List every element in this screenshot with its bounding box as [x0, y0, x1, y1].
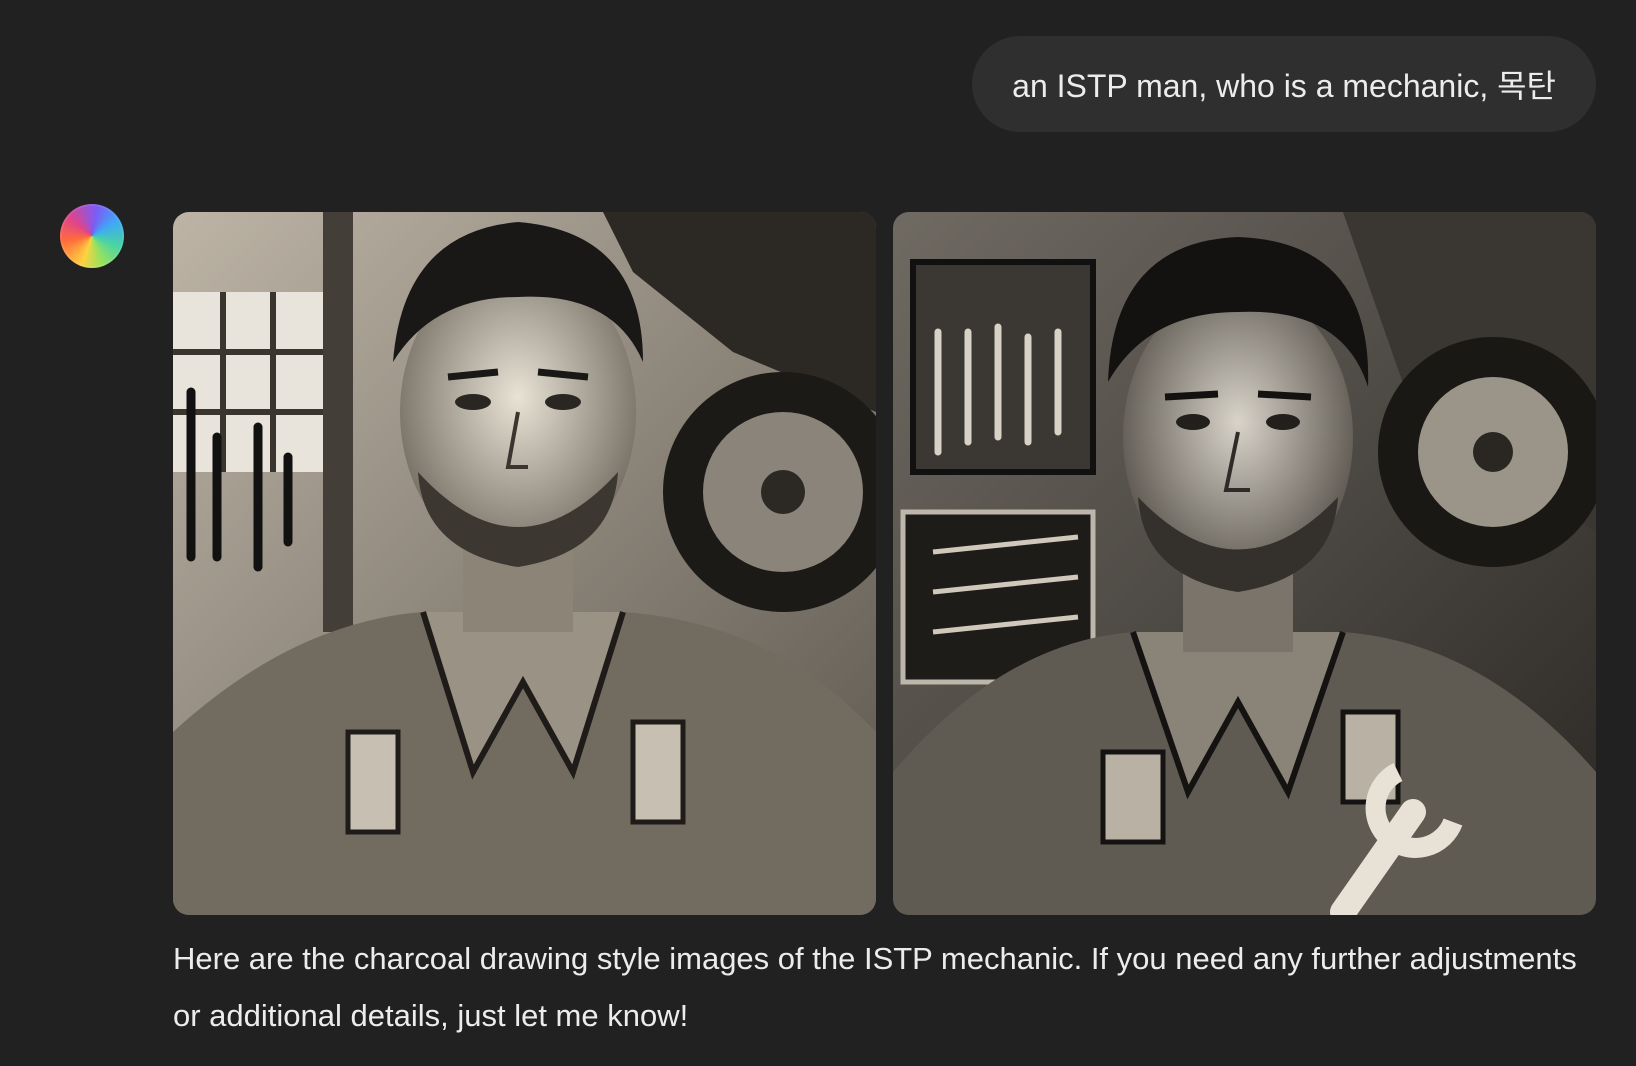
user-message-bubble: an ISTP man, who is a mechanic, 목탄: [972, 36, 1596, 132]
generated-image-2[interactable]: [893, 212, 1596, 915]
user-message-text: an ISTP man, who is a mechanic, 목탄: [1012, 68, 1556, 104]
charcoal-mechanic-drawing-1: [173, 212, 876, 915]
chat-conversation: an ISTP man, who is a mechanic, 목탄 Here …: [0, 0, 1636, 1066]
assistant-message-text: Here are the charcoal drawing style imag…: [173, 941, 1577, 1033]
charcoal-mechanic-drawing-2: [893, 212, 1596, 915]
generated-image-1[interactable]: [173, 212, 876, 915]
assistant-avatar-icon: [60, 204, 124, 268]
generated-images: [173, 212, 1597, 915]
